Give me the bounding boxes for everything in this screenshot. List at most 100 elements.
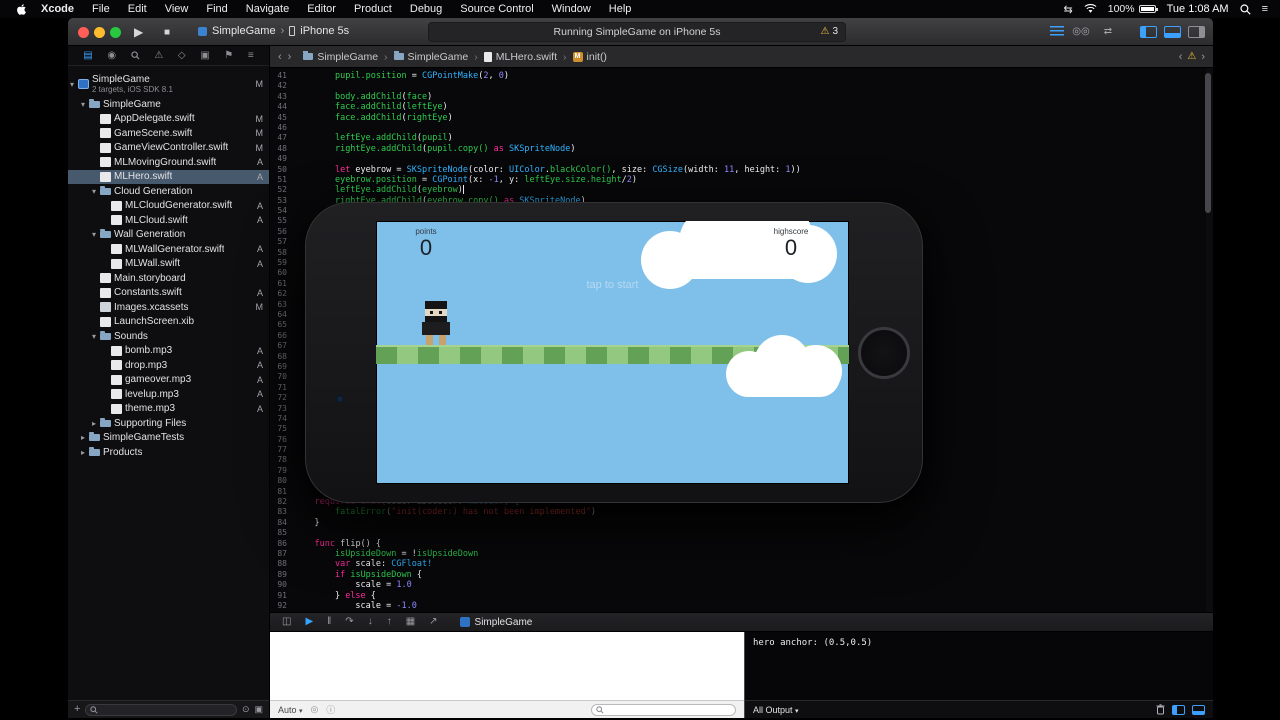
hide-debug-area-button[interactable]: ◫ [282,617,291,627]
menu-item-xcode[interactable]: Xcode [32,0,83,18]
step-over-button[interactable]: ↷ [345,617,353,627]
breadcrumb-segment-simplegame[interactable]: SimpleGame [303,51,378,63]
apple-menu[interactable] [10,3,32,16]
menu-item-find[interactable]: Find [197,0,236,18]
breadcrumb-segment-mlhero-swift[interactable]: MLHero.swift [483,51,557,63]
variables-filter-field[interactable] [591,703,736,716]
status-warning-badge[interactable]: ⚠ 3 [820,26,838,37]
disclosure-triangle-icon[interactable]: ▸ [81,448,89,457]
editor-scrollbar[interactable] [1205,73,1211,213]
menu-item-navigate[interactable]: Navigate [237,0,298,18]
find-navigator-icon[interactable] [131,51,140,60]
menu-item-file[interactable]: File [83,0,119,18]
zoom-window-button[interactable] [110,27,121,38]
issue-navigator-icon[interactable]: ⚠ [154,50,163,61]
disclosure-triangle-icon[interactable]: ▸ [81,433,89,442]
flat-view-icon[interactable]: ◎ [311,704,319,715]
spotlight-icon[interactable] [1239,3,1251,15]
project-navigator-icon[interactable]: ▤ [83,50,92,61]
navigator-filter-field[interactable] [85,703,237,716]
menu-clock[interactable]: Tue 1:08 AM [1167,3,1229,15]
previous-issue-button[interactable]: ‹ [1179,51,1183,63]
tree-item-drop-mp3[interactable]: drop.mp3 A [68,358,269,373]
tree-item-wall-generation[interactable]: ▾ Wall Generation [68,228,269,243]
tree-item-cloud-generation[interactable]: ▾ Cloud Generation [68,184,269,199]
console-scope-dropdown[interactable]: All Output ▾ [753,705,799,715]
tree-item-launchscreen-xib[interactable]: LaunchScreen.xib [68,315,269,330]
menu-item-source-control[interactable]: Source Control [451,0,542,18]
notification-center-icon[interactable]: ≡ [1262,3,1268,15]
tree-item-bomb-mp3[interactable]: bomb.mp3 A [68,344,269,359]
view-hierarchy-button[interactable]: ▦ [406,617,415,627]
menu-item-help[interactable]: Help [600,0,641,18]
close-window-button[interactable] [78,27,89,38]
tree-item-gameviewcontroller-swift[interactable]: GameViewController.swift M [68,141,269,156]
tree-item-gameover-mp3[interactable]: gameover.mp3 A [68,373,269,388]
disclosure-triangle-icon[interactable]: ▾ [92,230,100,239]
tree-item-images-xcassets[interactable]: Images.xcassets M [68,300,269,315]
breadcrumb-segment-simplegame[interactable]: SimpleGame [393,51,468,63]
tree-item-mlcloud-swift[interactable]: MLCloud.swift A [68,213,269,228]
breakpoint-navigator-icon[interactable]: ⚑ [224,50,233,61]
home-button[interactable] [858,327,910,379]
menu-item-view[interactable]: View [156,0,198,18]
tree-item-mlwallgenerator-swift[interactable]: MLWallGenerator.swift A [68,242,269,257]
next-issue-button[interactable]: › [1201,51,1205,63]
pause-button[interactable]: ‖ [327,617,331,627]
tree-item-simplegame[interactable]: ▾ SimpleGame [68,97,269,112]
test-navigator-icon[interactable]: ◇ [178,50,186,61]
game-screen[interactable]: points 0 highscore 0 tap to start [376,221,849,484]
battery-status[interactable]: 100% [1108,3,1158,15]
continue-button[interactable]: ▶ [305,617,313,627]
location-button[interactable]: ↗ [429,617,437,627]
tree-item-appdelegate-swift[interactable]: AppDelegate.swift M [68,112,269,127]
tree-item-simplegametests[interactable]: ▸ SimpleGameTests [68,431,269,446]
jump-bar-warning-icon[interactable]: ⚠ [1187,51,1196,62]
toggle-inspectors-button[interactable] [1188,25,1205,38]
tree-item-supporting-files[interactable]: ▸ Supporting Files [68,416,269,431]
step-into-button[interactable]: ↓ [368,617,373,627]
add-file-button[interactable]: + [74,704,80,715]
tree-item-levelup-mp3[interactable]: levelup.mp3 A [68,387,269,402]
stop-button[interactable]: ■ [164,25,170,41]
step-out-button[interactable]: ↑ [387,617,392,627]
show-variables-view-toggle[interactable] [1172,704,1185,715]
disclosure-triangle-icon[interactable]: ▾ [92,187,100,196]
info-icon[interactable]: ⓘ [326,703,335,716]
disclosure-triangle-icon[interactable]: ▾ [70,80,78,89]
assistant-editor-button[interactable]: ◎◎ [1071,25,1091,38]
wifi-icon[interactable] [1084,4,1097,14]
show-console-view-toggle[interactable] [1192,704,1205,715]
tree-item-mlcloudgenerator-swift[interactable]: MLCloudGenerator.swift A [68,199,269,214]
back-button[interactable]: ‹ [278,51,282,63]
tree-item-gamescene-swift[interactable]: GameScene.swift M [68,126,269,141]
debug-process-chip[interactable]: SimpleGame [459,617,532,628]
menu-item-edit[interactable]: Edit [119,0,156,18]
keyboard-switcher-icon[interactable]: ⇆ [1064,3,1073,16]
breadcrumb-segment-init-[interactable]: Minit() [572,51,607,63]
disclosure-triangle-icon[interactable]: ▸ [92,419,100,428]
symbol-navigator-icon[interactable]: ◉ [107,50,116,61]
tree-item-products[interactable]: ▸ Products [68,445,269,460]
trash-icon[interactable] [1156,704,1165,715]
disclosure-triangle-icon[interactable]: ▾ [92,332,100,341]
toggle-navigator-button[interactable] [1140,25,1157,38]
tree-item-main-storyboard[interactable]: Main.storyboard [68,271,269,286]
tree-item-constants-swift[interactable]: Constants.swift A [68,286,269,301]
tree-item-mlmovingground-swift[interactable]: MLMovingGround.swift A [68,155,269,170]
variables-scope-dropdown[interactable]: Auto ▾ [278,705,303,715]
report-navigator-icon[interactable]: ≡ [248,50,254,61]
tree-item-simplegame[interactable]: ▾ SimpleGame 2 targets, iOS SDK 8.1 M [68,71,269,97]
tree-item-mlhero-swift[interactable]: MLHero.swift A [68,169,269,184]
tree-item-theme-mp3[interactable]: theme.mp3 A [68,402,269,417]
menu-item-product[interactable]: Product [345,0,401,18]
recent-files-filter-icon[interactable]: ⊙ [242,704,250,715]
menu-item-window[interactable]: Window [543,0,600,18]
scheme-selector[interactable]: SimpleGame › iPhone 5s [198,25,349,37]
version-editor-button[interactable]: ⇄ [1098,25,1118,38]
console-pane[interactable]: hero anchor: (0.5,0.5) All Output ▾ [745,632,1213,718]
debug-navigator-icon[interactable]: ▣ [200,50,209,61]
standard-editor-button[interactable] [1050,26,1064,37]
run-button[interactable]: ▶ [134,24,143,40]
tree-item-sounds[interactable]: ▾ Sounds [68,329,269,344]
